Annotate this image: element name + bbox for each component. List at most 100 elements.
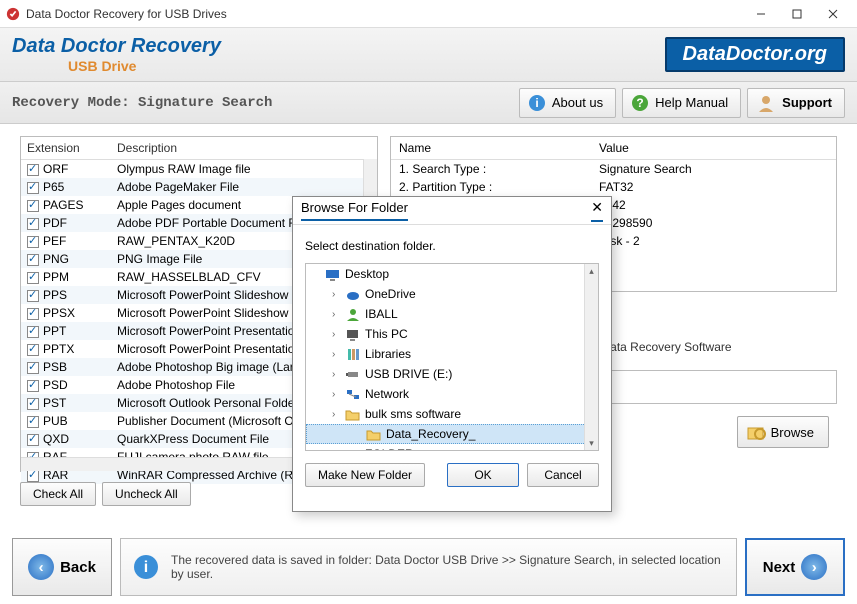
minimize-button[interactable] bbox=[743, 1, 779, 27]
tree-item-label: FOLDER bbox=[365, 447, 414, 451]
desc-header[interactable]: Description bbox=[111, 137, 377, 160]
tree-item-label: Data_Recovery_ bbox=[386, 427, 475, 441]
checkbox[interactable] bbox=[27, 236, 39, 248]
checkbox[interactable] bbox=[27, 362, 39, 374]
help-icon: ? bbox=[631, 94, 649, 112]
ext-row[interactable]: P65Adobe PageMaker File bbox=[21, 178, 377, 196]
bottom-bar: ‹ Back i The recovered data is saved in … bbox=[12, 538, 845, 596]
pc-icon bbox=[344, 327, 360, 341]
expand-icon[interactable]: › bbox=[332, 409, 342, 420]
info-icon: i bbox=[528, 94, 546, 112]
tree-item[interactable]: › FOLDER bbox=[306, 444, 598, 451]
info-name-header[interactable]: Name bbox=[391, 137, 591, 159]
checkbox[interactable] bbox=[27, 218, 39, 230]
help-label: Help Manual bbox=[655, 95, 728, 110]
user-icon bbox=[344, 307, 360, 321]
svg-text:i: i bbox=[535, 96, 538, 110]
support-icon bbox=[756, 93, 776, 113]
dialog-close-button[interactable]: ✕ bbox=[591, 199, 603, 222]
desktop-icon bbox=[324, 267, 340, 281]
tree-item-label: Network bbox=[365, 387, 409, 401]
folder-tree: Desktop›OneDrive›IBALL›This PC›Libraries… bbox=[305, 263, 599, 451]
checkbox[interactable] bbox=[27, 164, 39, 176]
browse-label: Browse bbox=[771, 425, 814, 440]
toolbar: Recovery Mode: Signature Search i About … bbox=[0, 82, 857, 124]
tree-item[interactable]: ›Libraries bbox=[306, 344, 598, 364]
browse-button[interactable]: Browse bbox=[737, 416, 829, 448]
support-button[interactable]: Support bbox=[747, 88, 845, 118]
uncheck-all-button[interactable]: Uncheck All bbox=[102, 482, 191, 506]
site-badge: DataDoctor.org bbox=[665, 37, 845, 72]
checkbox[interactable] bbox=[27, 200, 39, 212]
expand-icon[interactable]: › bbox=[332, 329, 342, 340]
ext-header[interactable]: Extension bbox=[21, 137, 111, 160]
tree-item[interactable]: › IBALL bbox=[306, 304, 598, 324]
ext-row[interactable]: ORFOlympus RAW Image file bbox=[21, 160, 377, 179]
checkbox[interactable] bbox=[27, 344, 39, 356]
info-row: 2. Partition Type :FAT32 bbox=[391, 178, 836, 196]
expand-icon[interactable]: › bbox=[332, 389, 342, 400]
about-label: About us bbox=[552, 95, 603, 110]
scroll-down-icon[interactable]: ▾ bbox=[585, 436, 598, 450]
tree-item[interactable]: › OneDrive bbox=[306, 284, 598, 304]
about-button[interactable]: i About us bbox=[519, 88, 616, 118]
expand-icon[interactable]: › bbox=[332, 369, 342, 380]
scroll-up-icon[interactable]: ▴ bbox=[585, 264, 598, 278]
browse-folder-dialog: Browse For Folder ✕ Select destination f… bbox=[292, 196, 612, 512]
svg-text:i: i bbox=[144, 559, 148, 576]
tree-item-label: OneDrive bbox=[365, 287, 416, 301]
back-button[interactable]: ‹ Back bbox=[12, 538, 112, 596]
cloud-icon bbox=[344, 287, 360, 301]
tree-item-label: Desktop bbox=[345, 267, 389, 281]
tree-item[interactable]: › bulk sms software bbox=[306, 404, 598, 424]
close-button[interactable] bbox=[815, 1, 851, 27]
tree-item-label: IBALL bbox=[365, 307, 398, 321]
browse-icon bbox=[746, 423, 766, 441]
tree-item[interactable]: ›USB DRIVE (E:) bbox=[306, 364, 598, 384]
tree-item-label: This PC bbox=[365, 327, 408, 341]
checkbox[interactable] bbox=[27, 290, 39, 302]
checkbox[interactable] bbox=[27, 416, 39, 428]
window-controls bbox=[743, 1, 851, 27]
recovery-mode-label: Recovery Mode: Signature Search bbox=[12, 95, 513, 111]
tree-scrollbar[interactable]: ▴ ▾ bbox=[584, 264, 598, 450]
svg-text:?: ? bbox=[637, 96, 644, 110]
tree-item-label: bulk sms software bbox=[365, 407, 461, 421]
checkbox[interactable] bbox=[27, 398, 39, 410]
info-row: 1. Search Type :Signature Search bbox=[391, 160, 836, 178]
expand-icon[interactable]: › bbox=[332, 449, 342, 452]
make-new-folder-button[interactable]: Make New Folder bbox=[305, 463, 425, 487]
tree-item[interactable]: › This PC bbox=[306, 324, 598, 344]
ok-button[interactable]: OK bbox=[447, 463, 519, 487]
checkbox[interactable] bbox=[27, 326, 39, 338]
checkbox[interactable] bbox=[27, 470, 39, 482]
folder-icon bbox=[344, 407, 360, 421]
logo-line1: Data Doctor Recovery bbox=[12, 35, 665, 58]
checkbox[interactable] bbox=[27, 272, 39, 284]
checkbox[interactable] bbox=[27, 380, 39, 392]
cancel-button[interactable]: Cancel bbox=[527, 463, 599, 487]
expand-icon[interactable]: › bbox=[332, 349, 342, 360]
info-icon: i bbox=[133, 554, 159, 580]
tree-item[interactable]: › Network bbox=[306, 384, 598, 404]
expand-icon[interactable]: › bbox=[332, 309, 342, 320]
tree-item[interactable]: Data_Recovery_ bbox=[306, 424, 598, 444]
titlebar: Data Doctor Recovery for USB Drives bbox=[0, 0, 857, 28]
expand-icon[interactable]: › bbox=[332, 289, 342, 300]
check-all-button[interactable]: Check All bbox=[20, 482, 96, 506]
checkbox[interactable] bbox=[27, 254, 39, 266]
header: Data Doctor Recovery USB Drive DataDocto… bbox=[0, 28, 857, 82]
back-arrow-icon: ‹ bbox=[28, 554, 54, 580]
checkbox[interactable] bbox=[27, 434, 39, 446]
next-button[interactable]: Next › bbox=[745, 538, 845, 596]
app-icon bbox=[6, 7, 20, 21]
logo: Data Doctor Recovery USB Drive bbox=[12, 35, 665, 74]
maximize-button[interactable] bbox=[779, 1, 815, 27]
logo-line2: USB Drive bbox=[68, 58, 665, 74]
lib-icon bbox=[344, 347, 360, 361]
help-button[interactable]: ? Help Manual bbox=[622, 88, 741, 118]
checkbox[interactable] bbox=[27, 308, 39, 320]
tree-item[interactable]: Desktop bbox=[306, 264, 598, 284]
info-value-header[interactable]: Value bbox=[591, 137, 637, 159]
checkbox[interactable] bbox=[27, 182, 39, 194]
